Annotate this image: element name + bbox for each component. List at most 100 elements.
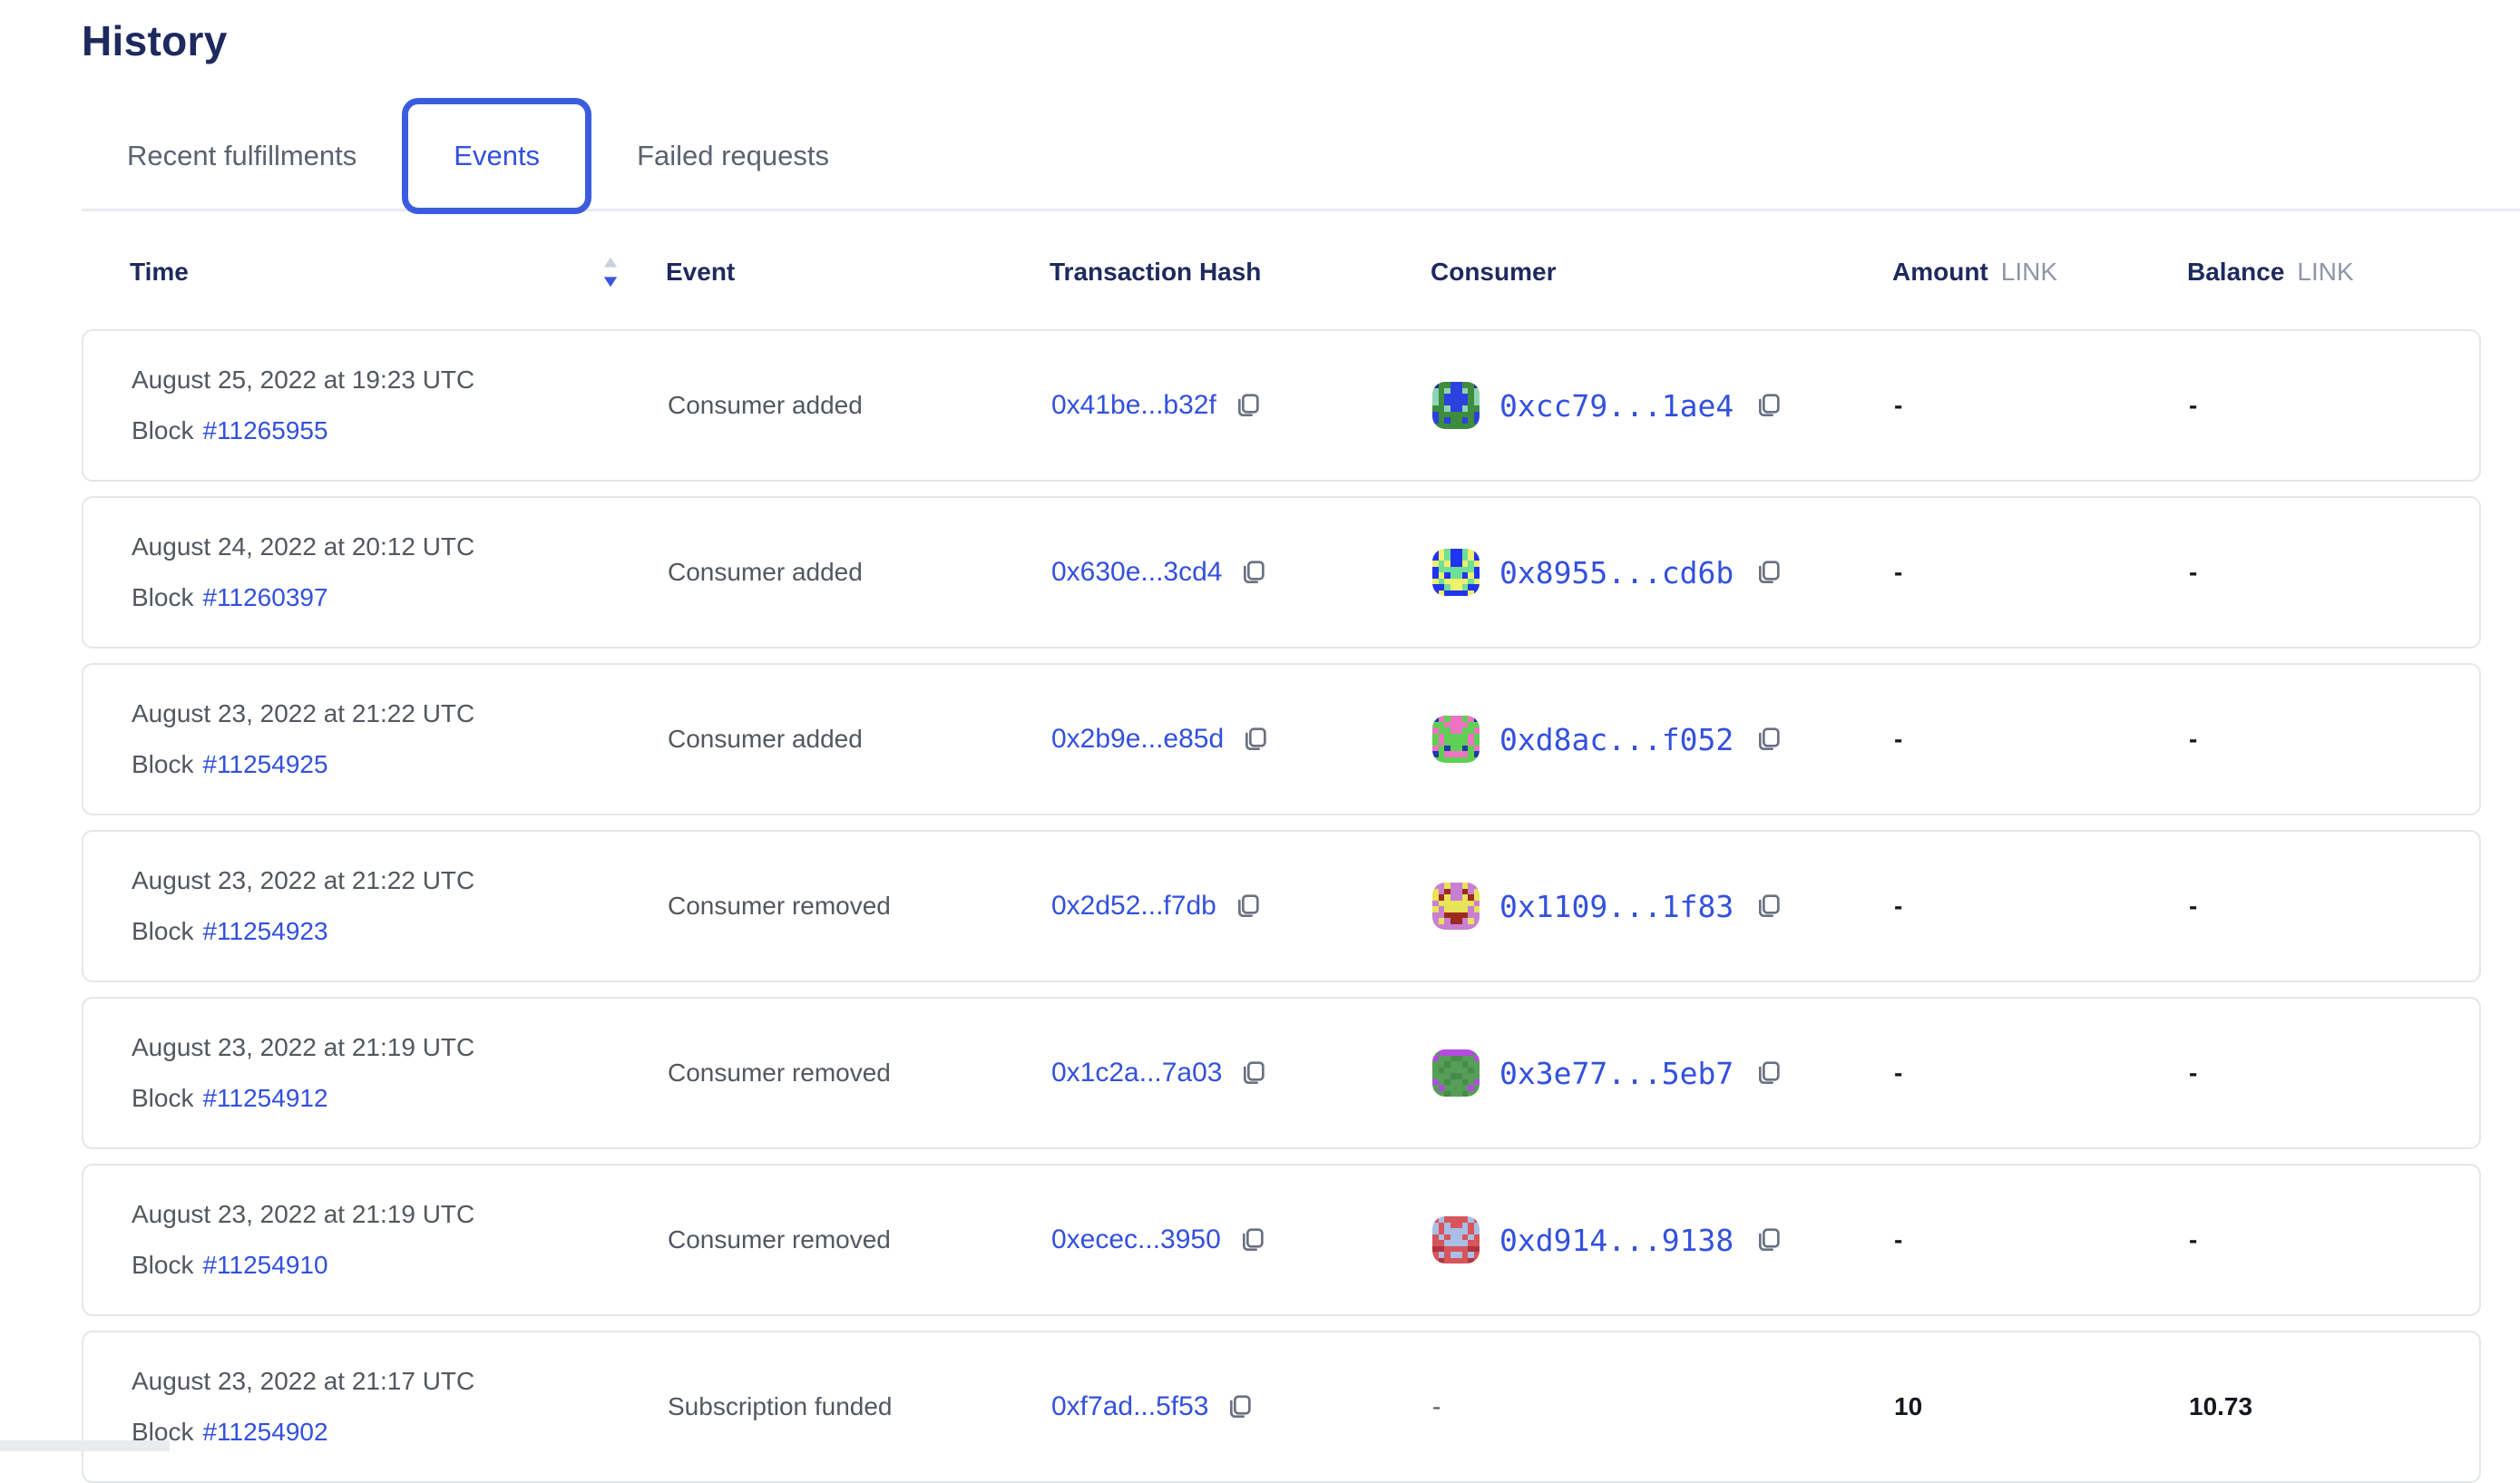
transaction-hash-cell: 0xf7ad...5f53 <box>1051 1391 1432 1422</box>
event-timestamp: August 23, 2022 at 21:22 UTC <box>132 699 668 728</box>
transaction-hash-link[interactable]: 0x2b9e...e85d <box>1051 724 1224 755</box>
consumer-cell: 0xd8ac...f052 <box>1432 716 1894 763</box>
tab-bar: Recent fulfillments Events Failed reques… <box>82 98 2481 214</box>
block-number-link[interactable]: #11265955 <box>202 416 327 445</box>
transaction-hash-link[interactable]: 0x1c2a...7a03 <box>1051 1058 1222 1088</box>
transaction-hash-link[interactable]: 0x2d52...f7db <box>1051 891 1216 922</box>
copy-icon[interactable] <box>1753 725 1783 754</box>
consumer-identicon <box>1432 1216 1480 1263</box>
block-number-link[interactable]: #11254910 <box>202 1251 327 1280</box>
event-type: Consumer added <box>668 391 1051 420</box>
copy-icon[interactable] <box>1238 558 1267 587</box>
block-line: Block #11254925 <box>132 750 668 779</box>
consumer-address-link[interactable]: 0x3e77...5eb7 <box>1499 1056 1734 1091</box>
event-type: Consumer added <box>668 725 1051 754</box>
amount-header-label: Amount <box>1892 258 1988 286</box>
copy-icon[interactable] <box>1753 391 1783 420</box>
balance-value: - <box>2189 892 2479 921</box>
consumer-cell: 0x1109...1f83 <box>1432 883 1894 930</box>
consumer-address-link[interactable]: 0x1109...1f83 <box>1499 889 1734 924</box>
consumer-address-link[interactable]: 0x8955...cd6b <box>1499 555 1734 590</box>
tab-events[interactable]: Events <box>402 98 591 214</box>
block-label: Block <box>132 1084 193 1113</box>
consumer-identicon <box>1432 382 1480 429</box>
event-timestamp: August 24, 2022 at 20:12 UTC <box>132 532 668 561</box>
copy-icon[interactable] <box>1753 558 1783 587</box>
column-header-event: Event <box>666 258 1050 287</box>
event-type: Consumer removed <box>668 1225 1051 1254</box>
transaction-hash-link[interactable]: 0xf7ad...5f53 <box>1051 1391 1208 1422</box>
time-cell: August 24, 2022 at 20:12 UTC Block #1126… <box>83 532 668 612</box>
amount-value: - <box>1894 1059 2189 1088</box>
block-number-link[interactable]: #11254902 <box>202 1418 327 1447</box>
event-timestamp: August 25, 2022 at 19:23 UTC <box>132 366 668 395</box>
block-line: Block #11254912 <box>132 1084 668 1113</box>
time-cell: August 23, 2022 at 21:17 UTC Block #1125… <box>83 1367 668 1447</box>
transaction-hash-link[interactable]: 0xecec...3950 <box>1051 1224 1221 1255</box>
block-label: Block <box>132 750 193 779</box>
balance-value: - <box>2189 391 2479 420</box>
copy-icon[interactable] <box>1238 1059 1267 1088</box>
block-label: Block <box>132 917 193 946</box>
event-type: Consumer removed <box>668 892 1051 921</box>
table-row: August 24, 2022 at 20:12 UTC Block #1126… <box>82 496 2481 649</box>
transaction-hash-cell: 0x41be...b32f <box>1051 390 1432 421</box>
balance-header-label: Balance <box>2187 258 2284 286</box>
consumer-cell: 0x3e77...5eb7 <box>1432 1049 1894 1097</box>
time-cell: August 25, 2022 at 19:23 UTC Block #1126… <box>83 366 668 445</box>
block-label: Block <box>132 583 193 612</box>
table-row: August 23, 2022 at 21:22 UTC Block #1125… <box>82 830 2481 982</box>
transaction-hash-cell: 0x1c2a...7a03 <box>1051 1058 1432 1088</box>
event-timestamp: August 23, 2022 at 21:19 UTC <box>132 1033 668 1062</box>
event-type: Subscription funded <box>668 1392 1051 1421</box>
tab-failed-requests[interactable]: Failed requests <box>591 98 874 214</box>
copy-icon[interactable] <box>1753 1225 1783 1254</box>
balance-value: 10.73 <box>2189 1392 2479 1421</box>
block-number-link[interactable]: #11260397 <box>202 583 327 612</box>
balance-value: - <box>2189 725 2479 754</box>
column-header-time[interactable]: Time <box>82 256 666 288</box>
copy-icon[interactable] <box>1237 1225 1266 1254</box>
transaction-hash-link[interactable]: 0x630e...3cd4 <box>1051 557 1222 588</box>
copy-icon[interactable] <box>1233 892 1262 921</box>
amount-value: - <box>1894 725 2189 754</box>
consumer-cell: 0x8955...cd6b <box>1432 549 1894 596</box>
copy-icon[interactable] <box>1225 1392 1254 1421</box>
consumer-address-link[interactable]: 0xcc79...1ae4 <box>1499 388 1734 424</box>
consumer-cell: 0xcc79...1ae4 <box>1432 382 1894 429</box>
table-body: August 25, 2022 at 19:23 UTC Block #1126… <box>82 329 2481 1483</box>
balance-value: - <box>2189 1059 2479 1088</box>
block-line: Block #11254910 <box>132 1251 668 1280</box>
amount-value: - <box>1894 1225 2189 1254</box>
amount-value: - <box>1894 391 2189 420</box>
block-number-link[interactable]: #11254923 <box>202 917 327 946</box>
tab-recent-fulfillments[interactable]: Recent fulfillments <box>82 98 402 214</box>
history-page: History Recent fulfillments Events Faile… <box>0 0 2520 1483</box>
event-type: Consumer added <box>668 558 1051 587</box>
sort-descending-icon[interactable] <box>600 256 621 288</box>
block-number-link[interactable]: #11254925 <box>202 750 327 779</box>
copy-icon[interactable] <box>1233 391 1262 420</box>
time-cell: August 23, 2022 at 21:19 UTC Block #1125… <box>83 1200 668 1280</box>
amount-unit-label: LINK <box>2001 258 2057 286</box>
consumer-identicon <box>1432 549 1480 596</box>
table-row: August 23, 2022 at 21:19 UTC Block #1125… <box>82 1164 2481 1316</box>
amount-value: 10 <box>1894 1392 2189 1421</box>
consumer-identicon <box>1432 1049 1480 1097</box>
transaction-hash-cell: 0x2d52...f7db <box>1051 891 1432 922</box>
time-cell: August 23, 2022 at 21:22 UTC Block #1125… <box>83 866 668 946</box>
consumer-identicon <box>1432 716 1480 763</box>
copy-icon[interactable] <box>1240 725 1269 754</box>
block-label: Block <box>132 416 193 445</box>
consumer-address-link[interactable]: 0xd914...9138 <box>1499 1223 1734 1258</box>
transaction-hash-cell: 0x2b9e...e85d <box>1051 724 1432 755</box>
consumer-address-link[interactable]: 0xd8ac...f052 <box>1499 722 1734 757</box>
copy-icon[interactable] <box>1753 1059 1783 1088</box>
block-number-link[interactable]: #11254912 <box>202 1084 327 1113</box>
transaction-hash-link[interactable]: 0x41be...b32f <box>1051 390 1216 421</box>
page-title: History <box>82 16 2481 65</box>
consumer-identicon <box>1432 883 1480 930</box>
copy-icon[interactable] <box>1753 892 1783 921</box>
event-timestamp: August 23, 2022 at 21:19 UTC <box>132 1200 668 1229</box>
time-cell: August 23, 2022 at 21:22 UTC Block #1125… <box>83 699 668 779</box>
